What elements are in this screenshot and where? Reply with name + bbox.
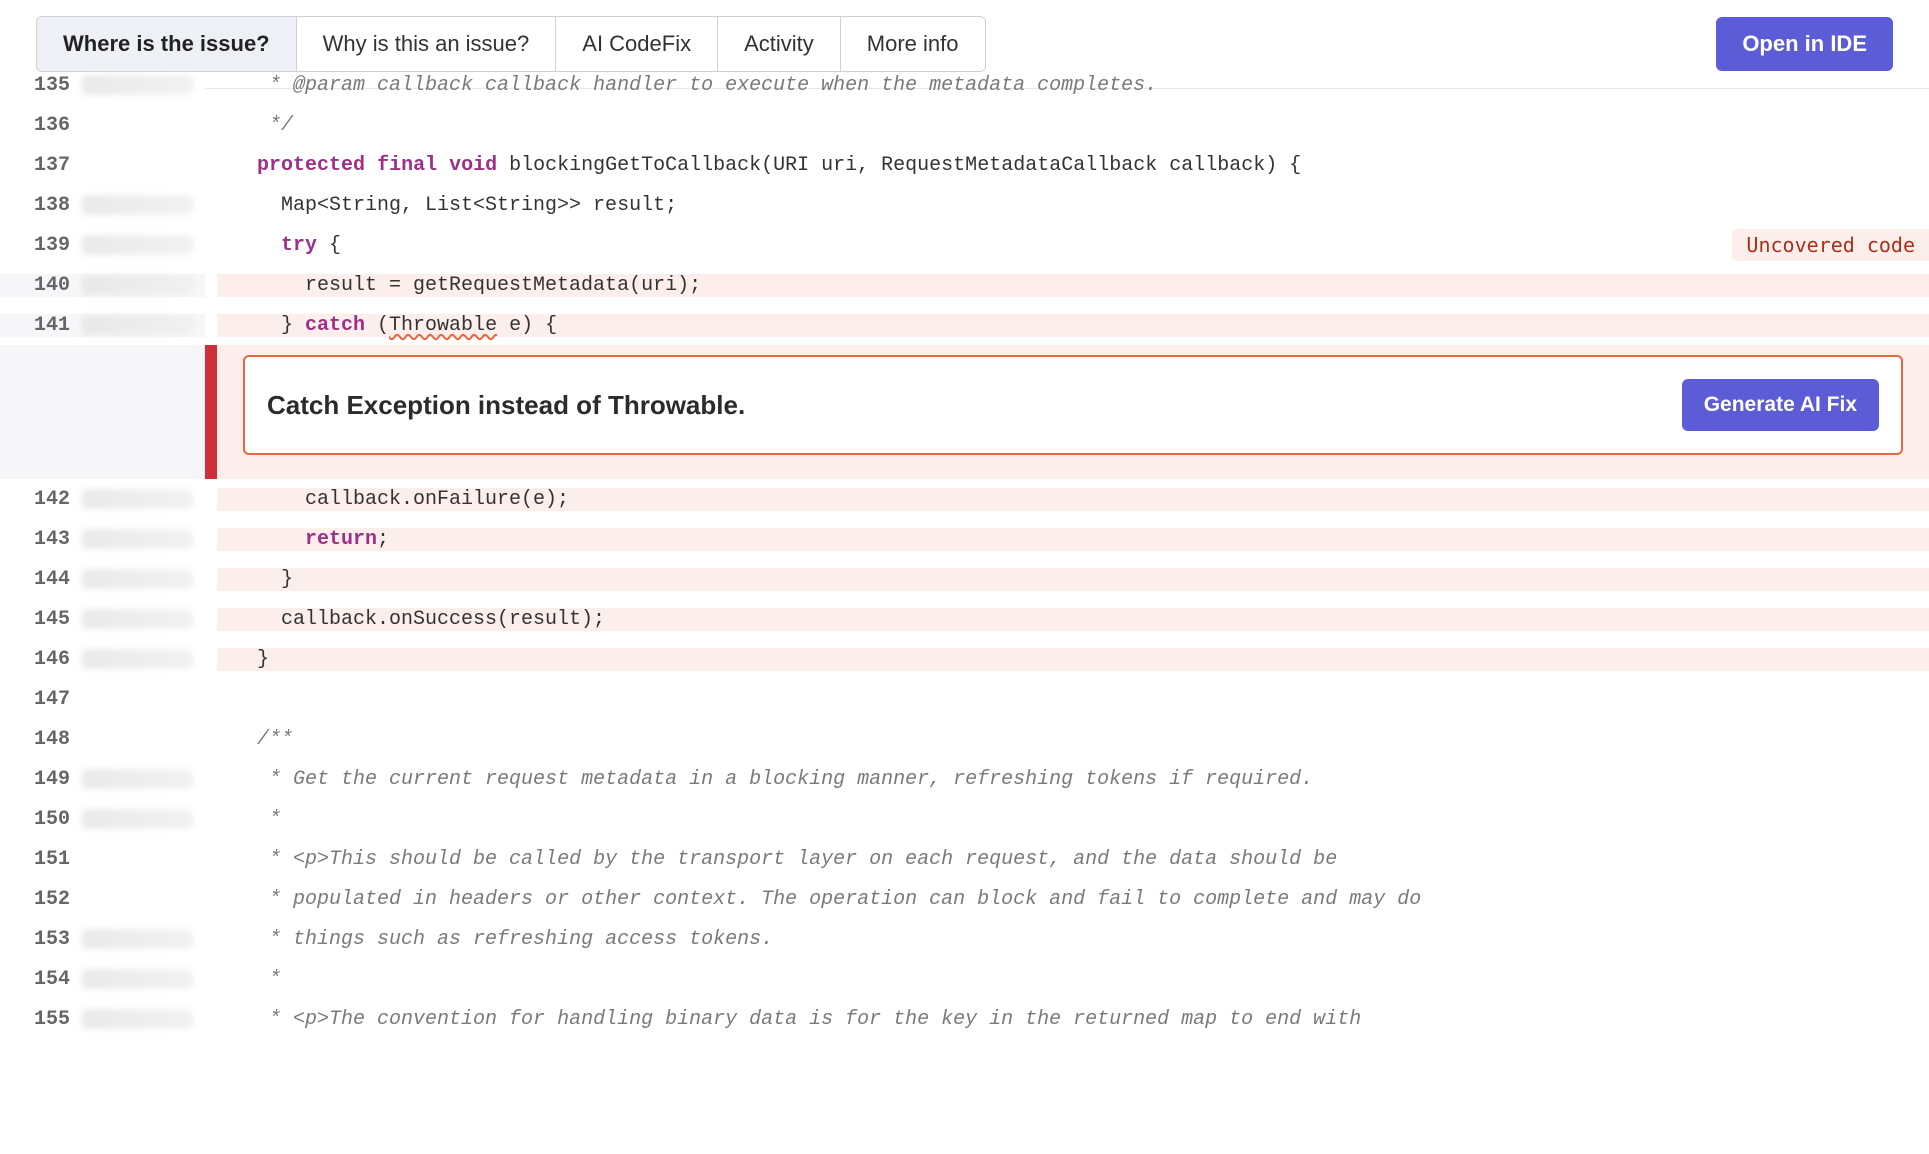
line-number: 144 — [14, 568, 70, 591]
blame-author — [82, 315, 193, 335]
line-number: 155 — [14, 1008, 70, 1031]
code-content[interactable]: callback.onSuccess(result); — [217, 608, 1929, 631]
blame-author — [82, 649, 193, 669]
line-number: 152 — [14, 888, 70, 911]
blame-author — [82, 1009, 193, 1029]
line-number: 139 — [14, 234, 70, 257]
blame-author — [82, 689, 193, 709]
code-line: 148 /** — [0, 719, 1929, 759]
line-number: 150 — [14, 808, 70, 831]
code-content[interactable]: } — [217, 648, 1929, 671]
code-line: 151 * <p>This should be called by the tr… — [0, 839, 1929, 879]
code-line: 142 callback.onFailure(e); — [0, 479, 1929, 519]
blame-author — [82, 155, 193, 175]
line-number: 141 — [14, 314, 70, 337]
generate-ai-fix-button[interactable]: Generate AI Fix — [1682, 379, 1879, 431]
code-line: 145 callback.onSuccess(result); — [0, 599, 1929, 639]
issue-callout: Catch Exception instead of Throwable. Gen… — [0, 345, 1929, 479]
blame-author — [82, 195, 193, 215]
code-content[interactable]: } catch (Throwable e) { — [217, 314, 1929, 337]
line-number: 151 — [14, 848, 70, 871]
blame-author — [82, 849, 193, 869]
code-content[interactable]: /** — [217, 728, 1929, 751]
line-number: 135 — [14, 74, 70, 97]
code-line: 149 * Get the current request metadata i… — [0, 759, 1929, 799]
blame-author — [82, 275, 193, 295]
line-number: 149 — [14, 768, 70, 791]
code-line: 152 * populated in headers or other cont… — [0, 879, 1929, 919]
blame-author — [82, 569, 193, 589]
code-line: 136 */ — [0, 105, 1929, 145]
blame-author — [82, 115, 193, 135]
code-content[interactable]: protected final void blockingGetToCallba… — [217, 154, 1929, 177]
code-line: 139 try { — [0, 225, 1929, 265]
code-content[interactable]: * <p>The convention for handling binary … — [217, 1008, 1929, 1031]
code-content[interactable]: Map<String, List<String>> result; — [217, 194, 1929, 217]
code-line: 141 } catch (Throwable e) { — [0, 305, 1929, 345]
line-number: 142 — [14, 488, 70, 511]
code-line: 150 * — [0, 799, 1929, 839]
line-number: 146 — [14, 648, 70, 671]
blame-author — [82, 809, 193, 829]
code-line: 143 return; — [0, 519, 1929, 559]
code-content[interactable]: * populated in headers or other context.… — [217, 888, 1929, 911]
uncovered-code-badge: Uncovered code — [1732, 229, 1929, 261]
code-content[interactable]: * — [217, 968, 1929, 991]
line-number: 153 — [14, 928, 70, 951]
blame-author — [82, 235, 193, 255]
blame-author — [82, 75, 193, 95]
code-content[interactable]: * things such as refreshing access token… — [217, 928, 1929, 951]
blame-author — [82, 489, 193, 509]
line-number: 154 — [14, 968, 70, 991]
code-line: 135 * @param callback callback handler t… — [0, 65, 1929, 105]
code-content[interactable]: * — [217, 808, 1929, 831]
code-panel: Uncovered code 135 * @param callback cal… — [0, 59, 1929, 1039]
code-line: 155 * <p>The convention for handling bin… — [0, 999, 1929, 1039]
blame-author — [82, 969, 193, 989]
line-number: 145 — [14, 608, 70, 631]
code-content[interactable]: result = getRequestMetadata(uri); — [217, 274, 1929, 297]
code-content[interactable]: return; — [217, 528, 1929, 551]
code-content[interactable]: try { — [217, 234, 1929, 257]
code-line: 140 result = getRequestMetadata(uri); — [0, 265, 1929, 305]
code-content[interactable]: * Get the current request metadata in a … — [217, 768, 1929, 791]
code-content[interactable]: * @param callback callback handler to ex… — [217, 74, 1929, 97]
blame-author — [82, 529, 193, 549]
code-line: 147 — [0, 679, 1929, 719]
blame-author — [82, 929, 193, 949]
code-content[interactable]: */ — [217, 114, 1929, 137]
line-number: 137 — [14, 154, 70, 177]
code-line: 144 } — [0, 559, 1929, 599]
code-line: 138 Map<String, List<String>> result; — [0, 185, 1929, 225]
blame-author — [82, 769, 193, 789]
code-line: 146 } — [0, 639, 1929, 679]
code-content[interactable]: } — [217, 568, 1929, 591]
blame-author — [82, 729, 193, 749]
code-content[interactable]: callback.onFailure(e); — [217, 488, 1929, 511]
line-number: 143 — [14, 528, 70, 551]
line-number: 138 — [14, 194, 70, 217]
blame-author — [82, 889, 193, 909]
code-line: 137 protected final void blockingGetToCa… — [0, 145, 1929, 185]
line-number: 148 — [14, 728, 70, 751]
code-content[interactable]: * <p>This should be called by the transp… — [217, 848, 1929, 871]
line-number: 136 — [14, 114, 70, 137]
line-number: 140 — [14, 274, 70, 297]
issue-message: Catch Exception instead of Throwable. — [267, 390, 745, 421]
code-line: 153 * things such as refreshing access t… — [0, 919, 1929, 959]
code-line: 154 * — [0, 959, 1929, 999]
line-number: 147 — [14, 688, 70, 711]
blame-author — [82, 609, 193, 629]
